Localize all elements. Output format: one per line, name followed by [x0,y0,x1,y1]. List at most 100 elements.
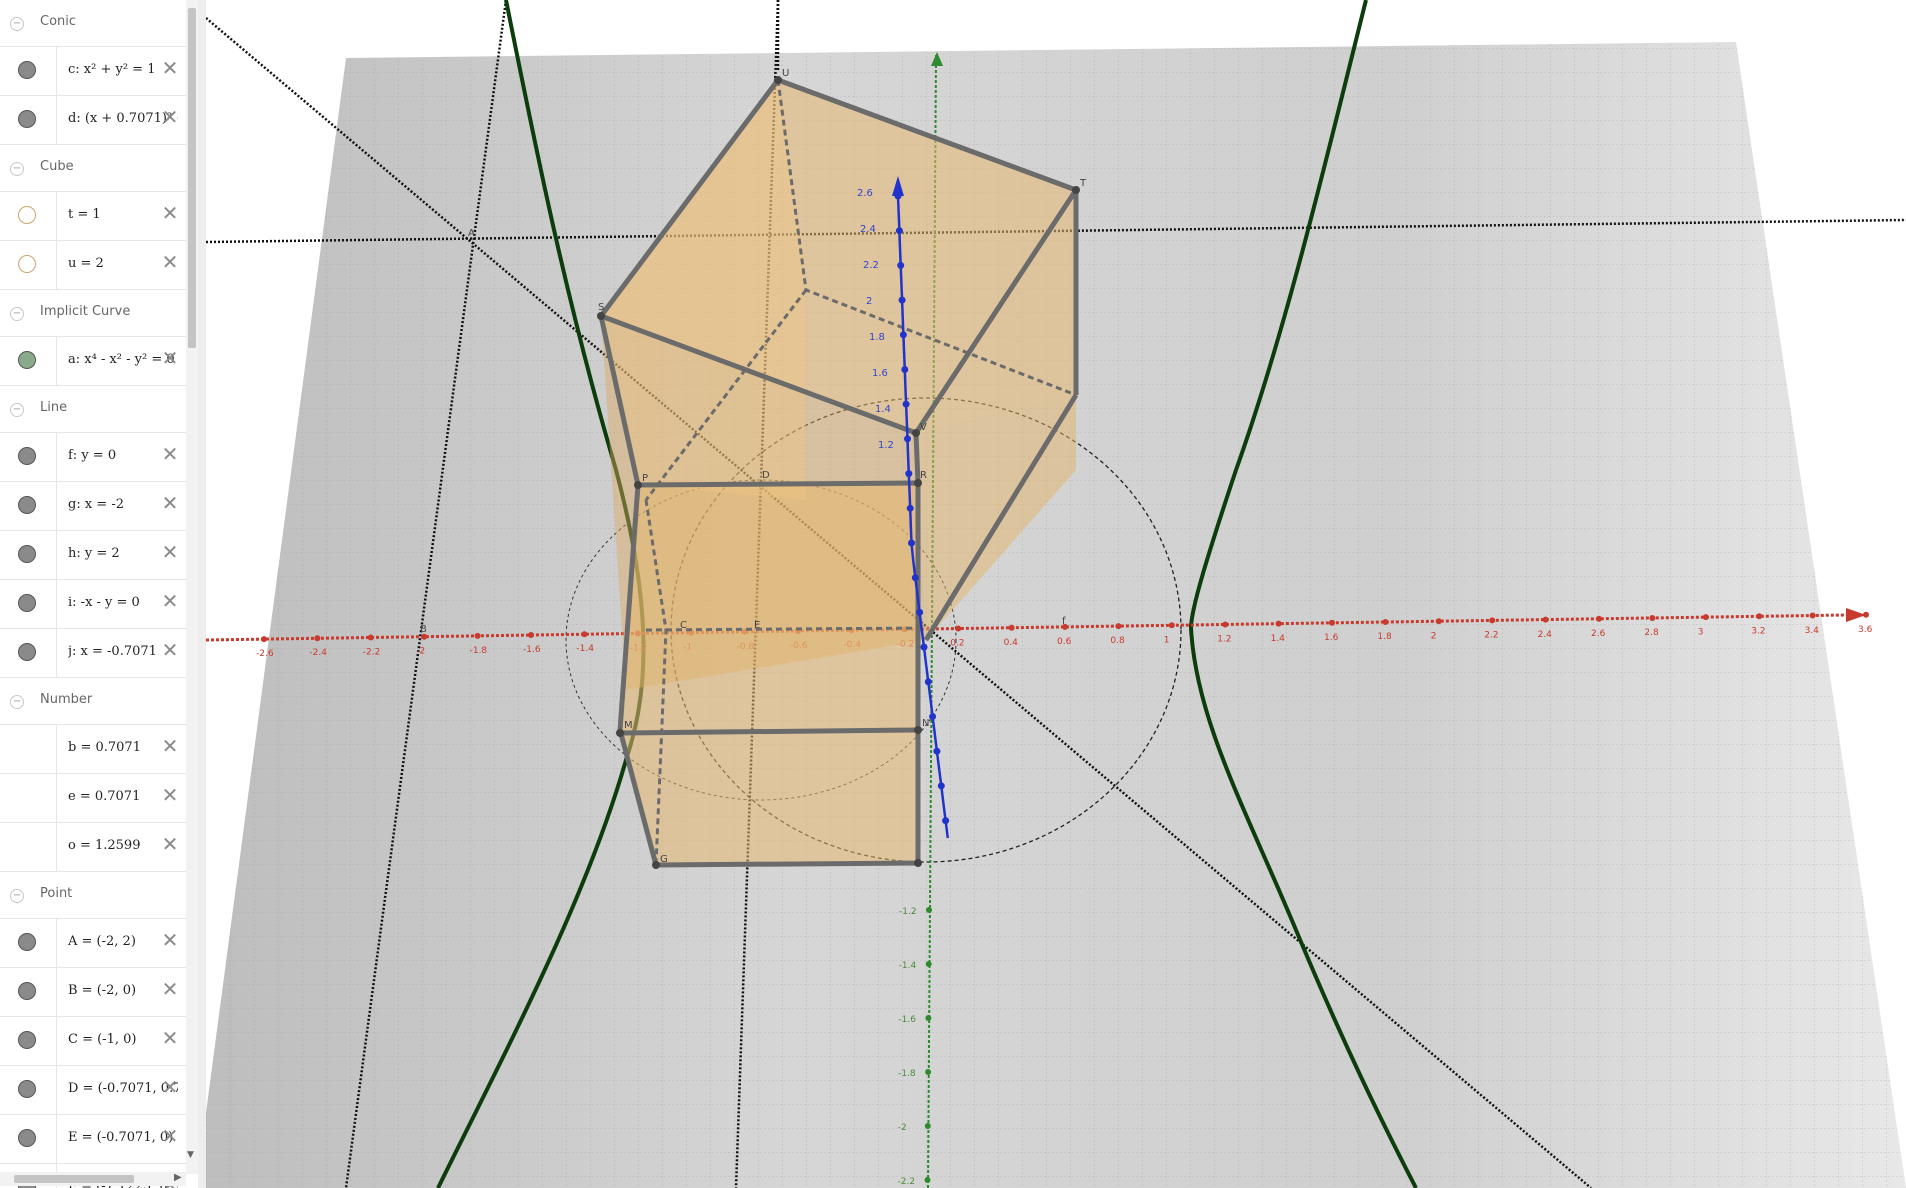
visibility-toggle[interactable] [18,496,36,514]
collapse-icon[interactable]: − [10,403,24,417]
delete-icon[interactable]: ✕ [160,1077,180,1097]
delete-icon[interactable]: ✕ [160,58,180,78]
group-header-number[interactable]: − Number [0,678,186,725]
delete-icon[interactable]: ✕ [160,930,180,950]
z-sequence-point[interactable] [901,366,909,373]
delete-icon[interactable]: ✕ [160,1028,180,1048]
visibility-toggle[interactable] [18,351,36,369]
visibility-toggle[interactable] [18,1129,36,1147]
algebra-item-c[interactable]: c: x² + y² = 1 ✕ [0,47,186,96]
z-sequence-point[interactable] [908,539,915,547]
z-sequence-point[interactable] [916,608,924,616]
collapse-icon[interactable]: − [10,695,24,709]
z-sequence-point[interactable] [902,400,910,408]
algebra-item-t[interactable]: t = 1 ✕ [0,192,186,241]
visibility-toggle[interactable] [18,982,36,1000]
z-sequence-point[interactable] [911,574,919,582]
visibility-toggle[interactable] [18,594,36,612]
x-tick-mark [367,634,374,641]
delete-icon[interactable]: ✕ [160,640,180,660]
delete-icon[interactable]: ✕ [160,1126,180,1146]
visibility-toggle[interactable] [18,255,36,273]
z-sequence-point[interactable] [942,817,950,825]
visibility-toggle[interactable] [18,545,36,563]
algebra-item-i[interactable]: i: -x - y = 0 ✕ [0,580,186,629]
algebra-item-j[interactable]: j: x = -0.7071 ✕ [0,629,186,678]
z-sequence-point[interactable] [933,747,941,755]
algebra-item-C[interactable]: C = (-1, 0) ✕ [0,1017,186,1066]
z-sequence-point[interactable] [899,331,907,339]
z-sequence-point[interactable] [897,261,905,269]
visibility-toggle[interactable] [18,61,36,79]
vertical-scrollbar-thumb[interactable] [188,8,196,348]
vertical-scrollbar[interactable] [186,0,198,1174]
horizontal-scrollbar[interactable] [0,1172,186,1186]
graphics-3d-view[interactable]: -2.6-2.4-2.2-2-1.8-1.6-1.4-1.2-1-0.8-0.6… [206,0,1906,1188]
algebra-item-e[interactable]: e = 0.7071 ✕ [0,774,186,823]
z-sequence-point[interactable] [904,435,911,443]
visibility-toggle[interactable] [18,447,36,465]
delete-icon[interactable]: ✕ [160,203,180,223]
algebra-item-B[interactable]: B = (-2, 0) ✕ [0,968,186,1017]
collapse-icon[interactable]: − [10,307,24,321]
view-divider[interactable] [198,0,206,1188]
vertex[interactable] [634,481,642,489]
horizontal-scrollbar-thumb[interactable] [14,1175,134,1183]
visibility-toggle[interactable] [18,1080,36,1098]
visibility-toggle[interactable] [18,110,36,128]
delete-icon[interactable]: ✕ [160,348,180,368]
group-header-cube[interactable]: − Cube [0,145,186,192]
algebra-item-E[interactable]: E = (-0.7071, 0) ✕ [0,1115,186,1164]
z-sequence-point[interactable] [929,713,937,720]
graphics-canvas[interactable]: -2.6-2.4-2.2-2-1.8-1.6-1.4-1.2-1-0.8-0.6… [206,0,1906,1188]
z-sequence-point[interactable] [895,227,903,235]
visibility-toggle[interactable] [18,933,36,951]
delete-icon[interactable]: ✕ [160,736,180,756]
algebra-item-A[interactable]: A = (-2, 2) ✕ [0,919,186,968]
delete-icon[interactable]: ✕ [160,493,180,513]
delete-icon[interactable]: ✕ [160,107,180,127]
group-header-conic[interactable]: − Conic [0,0,186,47]
algebra-item-u[interactable]: u = 2 ✕ [0,241,186,290]
collapse-icon[interactable]: − [10,17,24,31]
delete-icon[interactable]: ✕ [160,252,180,272]
algebra-item-a[interactable]: a: x⁴ - x² - y² = 0 ✕ [0,337,186,386]
algebra-item-f[interactable]: f: y = 0 ✕ [0,433,186,482]
delete-icon[interactable]: ✕ [160,542,180,562]
group-header-line[interactable]: − Line [0,386,186,433]
vertex[interactable] [597,312,605,320]
z-sequence-point[interactable] [937,782,945,790]
collapse-icon[interactable]: − [10,162,24,176]
scroll-down-icon[interactable]: ▼ [187,1150,194,1160]
visibility-toggle[interactable] [18,1031,36,1049]
visibility-toggle[interactable] [18,643,36,661]
visibility-toggle[interactable] [18,206,36,224]
vertex[interactable] [616,729,624,737]
vertex[interactable] [914,726,922,734]
delete-icon[interactable]: ✕ [160,979,180,999]
group-header-point[interactable]: − Point [0,872,186,919]
group-header-implicit-curve[interactable]: − Implicit Curve [0,290,186,337]
delete-icon[interactable]: ✕ [160,785,180,805]
collapse-icon[interactable]: − [10,889,24,903]
vertex[interactable] [1072,186,1080,194]
z-sequence-point[interactable] [906,504,914,512]
algebra-item-h[interactable]: h: y = 2 ✕ [0,531,186,580]
z-sequence-point[interactable] [924,678,932,686]
algebra-item-D[interactable]: D = (-0.7071, 0.7071) ✕ [0,1066,186,1115]
delete-icon[interactable]: ✕ [160,591,180,611]
scroll-right-icon[interactable]: ▶ [174,1172,182,1183]
vertex[interactable] [652,861,660,869]
vertex[interactable] [774,76,782,84]
algebra-item-g[interactable]: g: x = -2 ✕ [0,482,186,531]
vertex[interactable] [912,429,920,437]
z-sequence-point[interactable] [905,470,913,478]
algebra-item-b[interactable]: b = 0.7071 ✕ [0,725,186,774]
algebra-item-d[interactable]: d: (x + 0.7071)² + ✕ [0,96,186,145]
delete-icon[interactable]: ✕ [160,444,180,464]
vertex[interactable] [914,859,922,867]
delete-icon[interactable]: ✕ [160,834,180,854]
algebra-item-o[interactable]: o = 1.2599 ✕ [0,823,186,872]
z-sequence-point[interactable] [898,296,906,304]
z-sequence-point[interactable] [920,643,928,651]
